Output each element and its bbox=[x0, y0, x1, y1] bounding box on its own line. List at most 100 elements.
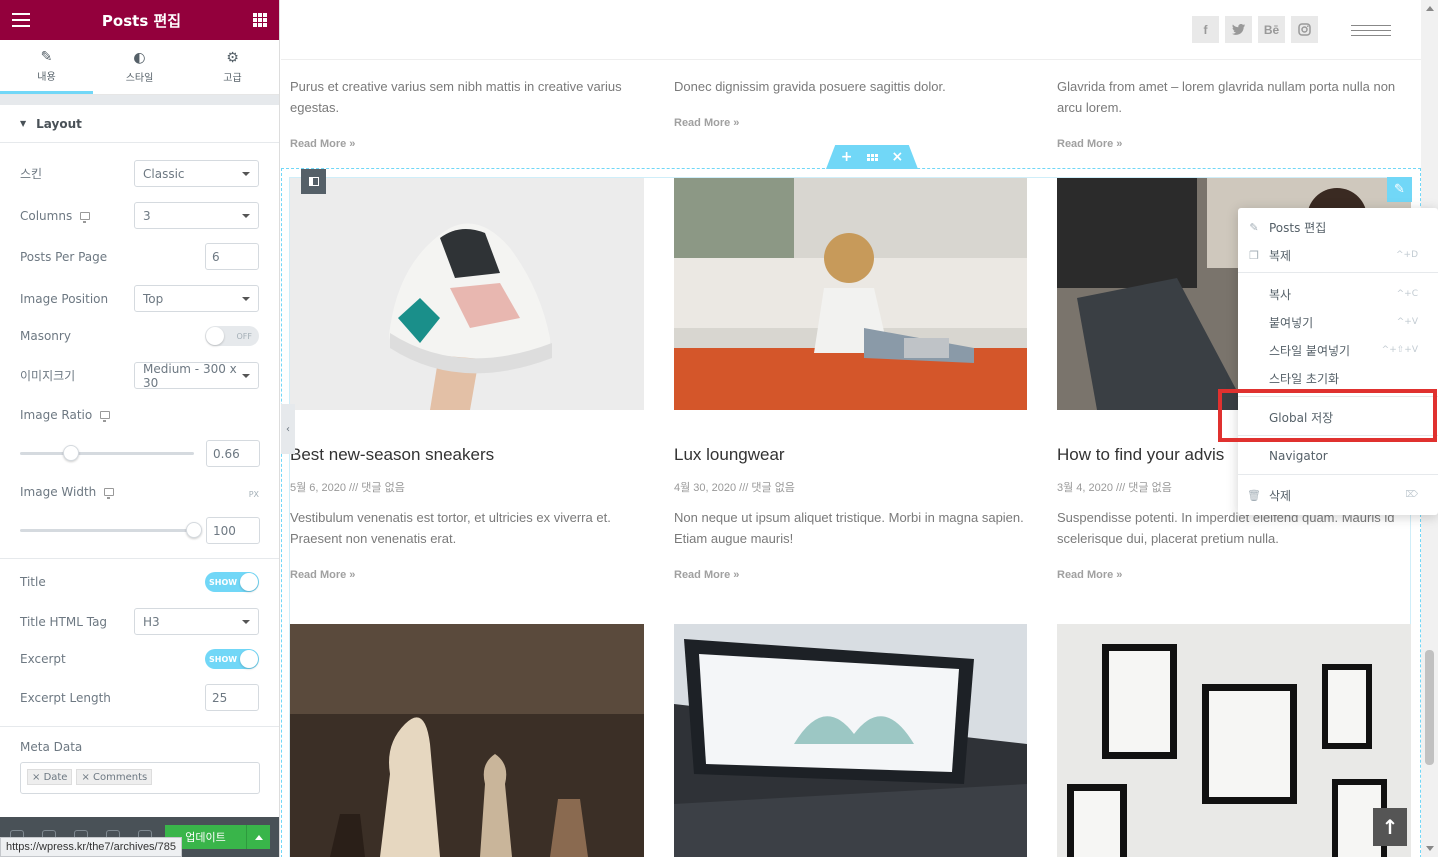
control-label: Image Ratio bbox=[20, 408, 93, 422]
highlight-box bbox=[1218, 389, 1437, 442]
image-position-select[interactable]: Top bbox=[134, 285, 259, 312]
read-more-link[interactable]: Read More » bbox=[674, 117, 739, 129]
post-image-loungewear[interactable] bbox=[674, 178, 1027, 410]
control-image-ratio: Image Ratio bbox=[20, 408, 259, 422]
control-label: Posts Per Page bbox=[20, 249, 108, 264]
desktop-icon[interactable] bbox=[100, 411, 111, 422]
slider-handle[interactable] bbox=[186, 522, 202, 538]
read-more-link[interactable]: Read More » bbox=[1057, 569, 1122, 581]
image-width-slider[interactable] bbox=[20, 522, 202, 538]
ctx-delete[interactable]: 🗑 삭제 ⌦ bbox=[1238, 481, 1438, 509]
post-image-sneaker[interactable] bbox=[290, 178, 644, 410]
panel-title: Posts 편집 bbox=[101, 11, 182, 30]
add-icon[interactable]: + bbox=[841, 149, 853, 165]
site-menu-icon[interactable] bbox=[1351, 25, 1391, 40]
control-label: Masonry bbox=[20, 329, 71, 343]
update-options-button[interactable] bbox=[246, 825, 270, 849]
ctx-edit-posts[interactable]: ✎ Posts 편집 bbox=[1238, 213, 1438, 241]
ctx-paste-style[interactable]: 스타일 붙여넣기 ^+⇧+V bbox=[1238, 336, 1438, 364]
desktop-icon[interactable] bbox=[80, 211, 91, 223]
control-posts-per-page: Posts Per Page 6 bbox=[20, 243, 259, 270]
panel-tabs: ✎ 내용 ◐ 스타일 ⚙ 고급 bbox=[0, 40, 279, 95]
post-image-frames[interactable] bbox=[1057, 624, 1411, 857]
post-excerpt: Vestibulum venenatis est tortor, et ultr… bbox=[290, 510, 611, 546]
ctx-duplicate[interactable]: ❐ 복제 ^+D bbox=[1238, 241, 1438, 269]
post-title[interactable]: How to find your advis bbox=[1057, 445, 1224, 465]
scroll-down-arrow-icon[interactable] bbox=[1426, 846, 1434, 851]
post-title[interactable]: Lux loungwear bbox=[674, 445, 785, 465]
ctx-navigator[interactable]: Navigator bbox=[1238, 442, 1438, 470]
columns-select[interactable]: 3 bbox=[134, 202, 259, 229]
section-title: Layout bbox=[36, 116, 82, 131]
contrast-icon: ◐ bbox=[133, 50, 146, 66]
control-label: Image Width bbox=[20, 485, 97, 499]
masonry-toggle[interactable]: OFF bbox=[205, 326, 259, 346]
context-menu: ✎ Posts 편집 ❐ 복제 ^+D 복사 ^+C 붙여넣기 ^+V 스타일 … bbox=[1238, 208, 1438, 515]
pencil-icon: ✎ bbox=[1249, 220, 1259, 234]
image-width-input[interactable]: 100 bbox=[206, 517, 260, 544]
close-icon[interactable]: × bbox=[892, 149, 904, 165]
read-more-link[interactable]: Read More » bbox=[290, 569, 355, 581]
tab-advanced[interactable]: ⚙ 고급 bbox=[186, 40, 279, 94]
ctx-copy[interactable]: 복사 ^+C bbox=[1238, 280, 1438, 308]
skin-select[interactable]: Classic bbox=[134, 160, 259, 187]
tab-content[interactable]: ✎ 내용 bbox=[0, 40, 93, 94]
image-size-select[interactable]: Medium - 300 x 30 bbox=[134, 362, 259, 390]
control-excerpt: Excerpt SHOW bbox=[20, 649, 259, 669]
meta-data-select[interactable]: × Date × Comments bbox=[20, 762, 260, 794]
excerpt-length-input[interactable]: 25 bbox=[205, 684, 259, 711]
read-more-link[interactable]: Read More » bbox=[1057, 138, 1122, 150]
dropdown-arrow-icon bbox=[242, 373, 250, 378]
ctx-paste[interactable]: 붙여넣기 ^+V bbox=[1238, 308, 1438, 336]
dropdown-arrow-icon bbox=[242, 213, 250, 218]
hamburger-menu-icon[interactable] bbox=[12, 13, 30, 27]
tab-label: 스타일 bbox=[125, 73, 154, 84]
scroll-to-top-button[interactable]: ↑ bbox=[1373, 808, 1407, 846]
control-label: 이미지크기 bbox=[20, 369, 76, 383]
title-toggle[interactable]: SHOW bbox=[205, 572, 259, 592]
scroll-up-arrow-icon[interactable] bbox=[1426, 6, 1434, 11]
twitter-icon[interactable] bbox=[1225, 16, 1252, 43]
excerpt-toggle[interactable]: SHOW bbox=[205, 649, 259, 669]
post-meta: 4월 30, 2020 /// 댓글 없음 bbox=[674, 482, 795, 494]
drag-handle-icon[interactable] bbox=[866, 153, 878, 161]
pencil-icon: ✎ bbox=[40, 48, 53, 65]
section-layout-toggle[interactable]: ▼ Layout bbox=[0, 105, 279, 143]
meta-chip-date[interactable]: × Date bbox=[27, 769, 73, 785]
control-excerpt-length: Excerpt Length 25 bbox=[20, 684, 259, 711]
post-title[interactable]: Best new-season sneakers bbox=[290, 445, 494, 465]
desktop-icon[interactable] bbox=[104, 488, 115, 499]
control-label: Meta Data bbox=[20, 740, 83, 754]
trash-icon: 🗑 bbox=[1247, 488, 1261, 502]
instagram-icon[interactable] bbox=[1291, 16, 1318, 43]
meta-chip-comments[interactable]: × Comments bbox=[76, 769, 153, 785]
scrollbar-thumb[interactable] bbox=[1425, 650, 1434, 765]
panel-collapse-toggle[interactable]: ‹ bbox=[281, 404, 295, 454]
unit-selector[interactable]: PX bbox=[249, 490, 259, 499]
column-handle[interactable] bbox=[301, 169, 326, 194]
widgets-grid-icon[interactable] bbox=[253, 13, 267, 27]
arrow-up-icon: ↑ bbox=[1381, 815, 1399, 839]
caret-up-icon bbox=[254, 834, 263, 840]
edit-widget-button[interactable]: ✎ bbox=[1387, 177, 1412, 202]
post-image-laptop[interactable] bbox=[674, 624, 1027, 857]
control-masonry: Masonry OFF bbox=[20, 326, 259, 346]
image-ratio-slider[interactable] bbox=[20, 445, 194, 461]
slider-handle[interactable] bbox=[63, 445, 79, 461]
post-meta: 5월 6, 2020 /// 댓글 없음 bbox=[290, 482, 405, 494]
image-ratio-input[interactable]: 0.66 bbox=[206, 440, 260, 467]
post-image-chess[interactable] bbox=[290, 624, 644, 857]
browser-status-url: https://wpress.kr/the7/archives/785 bbox=[0, 837, 182, 857]
section-handle[interactable]: + × bbox=[826, 145, 918, 169]
title-tag-select[interactable]: H3 bbox=[134, 608, 259, 635]
post-excerpt: Donec dignissim gravida posuere sagittis… bbox=[674, 79, 946, 94]
ctx-reset-style[interactable]: 스타일 초기화 bbox=[1238, 364, 1438, 392]
read-more-link[interactable]: Read More » bbox=[290, 138, 355, 150]
dropdown-arrow-icon bbox=[242, 296, 250, 301]
posts-per-page-input[interactable]: 6 bbox=[205, 243, 259, 270]
behance-icon[interactable]: Bē bbox=[1258, 16, 1285, 43]
read-more-link[interactable]: Read More » bbox=[674, 569, 739, 581]
duplicate-icon: ❐ bbox=[1249, 248, 1259, 262]
facebook-icon[interactable]: f bbox=[1192, 16, 1219, 43]
tab-style[interactable]: ◐ 스타일 bbox=[93, 40, 186, 94]
